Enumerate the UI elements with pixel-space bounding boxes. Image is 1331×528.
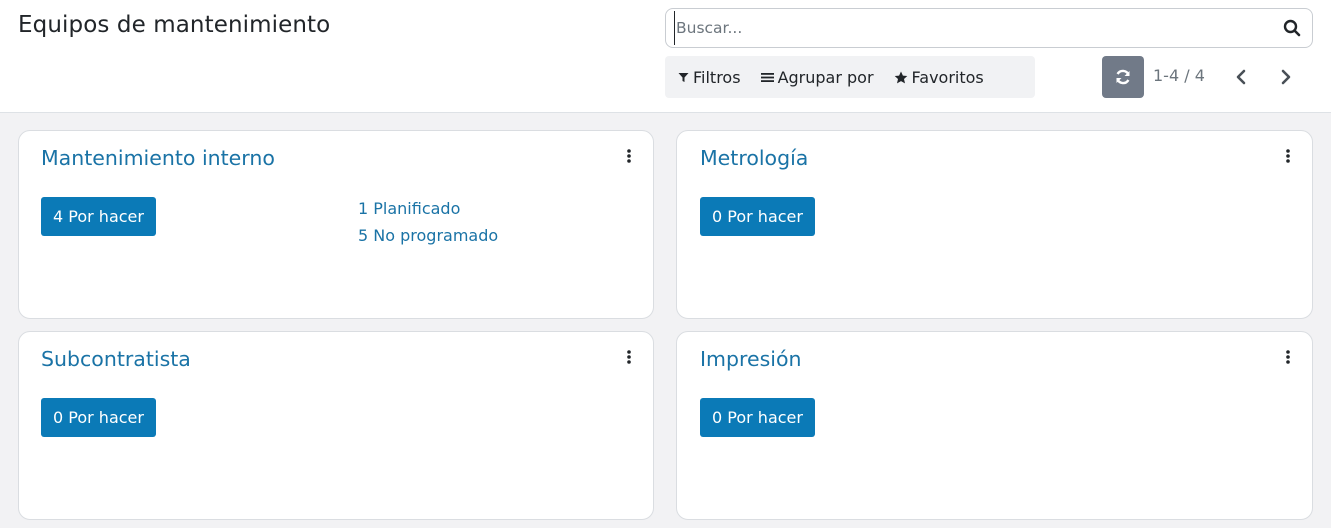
- vertical-dots-icon: [1286, 149, 1290, 163]
- team-card[interactable]: Metrología 0 Por hacer: [676, 130, 1313, 319]
- search-icon[interactable]: [1282, 18, 1302, 38]
- todo-button[interactable]: 0 Por hacer: [41, 398, 156, 437]
- filters-label: Filtros: [693, 67, 741, 87]
- vertical-dots-icon: [627, 149, 631, 163]
- favorites-button[interactable]: Favoritos: [881, 56, 991, 98]
- todo-button[interactable]: 4 Por hacer: [41, 197, 156, 236]
- group-by-label: Agrupar por: [777, 67, 874, 87]
- chevron-left-icon: [1236, 69, 1246, 85]
- team-name[interactable]: Subcontratista: [41, 347, 191, 371]
- card-menu-button[interactable]: [1282, 147, 1294, 165]
- search-input[interactable]: [674, 11, 1274, 45]
- pager-next-button[interactable]: [1273, 64, 1299, 90]
- card-menu-button[interactable]: [1282, 348, 1294, 366]
- card-menu-button[interactable]: [623, 147, 635, 165]
- team-card[interactable]: Impresión 0 Por hacer: [676, 331, 1313, 520]
- team-name[interactable]: Mantenimiento interno: [41, 146, 275, 170]
- unscheduled-link[interactable]: 5 No programado: [358, 226, 498, 245]
- refresh-button[interactable]: [1102, 56, 1144, 98]
- search-options: Filtros Agrupar por Favoritos: [665, 56, 1035, 98]
- team-card[interactable]: Mantenimiento interno 4 Por hacer 1 Plan…: [18, 130, 654, 319]
- list-icon: [760, 72, 774, 82]
- control-panel: Equipos de mantenimiento Filtros Agrupar…: [0, 0, 1331, 113]
- chevron-right-icon: [1281, 69, 1291, 85]
- favorites-label: Favoritos: [911, 67, 984, 87]
- pager-previous-button[interactable]: [1228, 64, 1254, 90]
- todo-button[interactable]: 0 Por hacer: [700, 197, 815, 236]
- planned-link[interactable]: 1 Planificado: [358, 199, 460, 218]
- refresh-icon: [1116, 69, 1130, 85]
- team-card[interactable]: Subcontratista 0 Por hacer: [18, 331, 654, 520]
- filter-icon: [678, 72, 689, 82]
- vertical-dots-icon: [1286, 350, 1290, 364]
- page-title: Equipos de mantenimiento: [18, 12, 331, 38]
- team-name[interactable]: Impresión: [700, 347, 802, 371]
- vertical-dots-icon: [627, 350, 631, 364]
- pager-value[interactable]: 1-4 / 4: [1153, 66, 1205, 85]
- star-icon: [894, 71, 907, 83]
- todo-button[interactable]: 0 Por hacer: [700, 398, 815, 437]
- filters-button[interactable]: Filtros: [665, 56, 748, 98]
- search-box[interactable]: [665, 8, 1313, 48]
- group-by-button[interactable]: Agrupar por: [748, 56, 881, 98]
- card-menu-button[interactable]: [623, 348, 635, 366]
- team-name[interactable]: Metrología: [700, 146, 808, 170]
